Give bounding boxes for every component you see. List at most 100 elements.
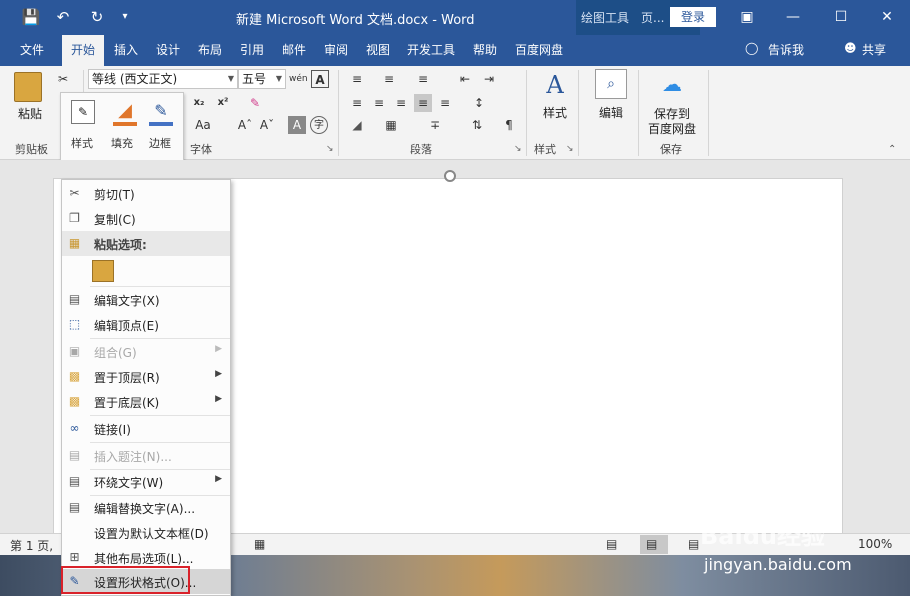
tab-view[interactable]: 视图: [366, 41, 390, 58]
char-border-icon[interactable]: A: [311, 70, 329, 88]
align-right-icon[interactable]: ≡: [392, 94, 410, 112]
shading-icon[interactable]: ◢: [348, 116, 366, 134]
menu-label: 剪切(T): [94, 188, 135, 202]
share-button[interactable]: 共享: [862, 41, 886, 58]
save-icon[interactable]: 💾: [20, 6, 42, 28]
tab-mailings[interactable]: 邮件: [282, 41, 306, 58]
mini-fill-label[interactable]: 填充: [111, 135, 133, 151]
enclose-char-icon[interactable]: 字: [310, 116, 328, 134]
subscript-icon[interactable]: x₂: [190, 94, 208, 112]
web-layout-icon[interactable]: ▤: [688, 537, 699, 551]
align-left-icon[interactable]: ≡: [348, 94, 366, 112]
menu-item-edit-points[interactable]: ⬚ 编辑顶点(E): [62, 312, 230, 337]
char-shading-icon[interactable]: A: [288, 116, 306, 134]
rotate-handle-icon[interactable]: [444, 170, 456, 182]
paste-keep-format-icon[interactable]: [92, 260, 114, 282]
font-size-select[interactable]: 五号 ▼: [238, 69, 286, 89]
menu-item-wrap-text[interactable]: ▤ 环绕文字(W) ▶: [62, 469, 230, 494]
shrink-font-icon[interactable]: Aˇ: [258, 116, 276, 134]
distribute-icon[interactable]: ≡: [436, 94, 454, 112]
read-mode-icon[interactable]: ▤: [606, 537, 617, 551]
grow-font-icon[interactable]: Aˆ: [236, 116, 254, 134]
menu-item-edit-text[interactable]: ▤ 编辑文字(X): [62, 287, 230, 312]
menu-item-edit-alt-text[interactable]: ▤ 编辑替换文字(A)...: [62, 495, 230, 520]
menu-item-link[interactable]: ∞ 链接(I): [62, 416, 230, 441]
undo-icon[interactable]: ↶: [52, 6, 74, 28]
menu-item-cut[interactable]: ✂ 剪切(T): [62, 181, 230, 206]
context-group-label: 绘图工具: [581, 11, 630, 25]
tell-me-search[interactable]: 告诉我: [768, 41, 804, 58]
mini-style-label[interactable]: 样式: [71, 135, 93, 151]
clear-format-icon[interactable]: ✎: [246, 94, 264, 112]
borders-icon[interactable]: ▦: [382, 116, 400, 134]
watermark-url: jingyan.baidu.com: [704, 555, 852, 574]
tab-home[interactable]: 开始: [62, 35, 104, 66]
phonetic-guide-icon[interactable]: wén: [289, 70, 308, 88]
tab-review[interactable]: 审阅: [324, 41, 348, 58]
ribbon-display-icon[interactable]: ▣: [732, 6, 762, 28]
chinese-layout-icon[interactable]: ∓: [426, 116, 444, 134]
bullets-icon[interactable]: ≡: [348, 70, 366, 88]
tab-help[interactable]: 帮助: [473, 41, 497, 58]
collapse-ribbon-icon[interactable]: ⌃: [888, 144, 896, 155]
paragraph-dialog-launcher-icon[interactable]: ↘: [514, 144, 522, 154]
menu-item-copy[interactable]: ❐ 复制(C): [62, 206, 230, 231]
macro-icon[interactable]: ▦: [254, 537, 265, 551]
tab-baidu-netdisk[interactable]: 百度网盘: [515, 41, 563, 58]
menu-label: 组合(G): [94, 346, 137, 360]
zoom-level[interactable]: 100%: [858, 537, 892, 551]
editing-button-label[interactable]: 编辑: [599, 104, 623, 121]
fill-bucket-icon[interactable]: ◢: [113, 99, 137, 123]
sort-icon[interactable]: ⇅: [468, 116, 486, 134]
superscript-icon[interactable]: x²: [214, 94, 232, 112]
clipboard-icon: ▦: [68, 236, 81, 250]
baidu-cloud-icon[interactable]: ☁: [658, 72, 686, 96]
change-case-icon[interactable]: Aa: [194, 116, 212, 134]
tab-insert[interactable]: 插入: [114, 41, 138, 58]
person-icon: ☻: [844, 41, 857, 55]
tab-layout[interactable]: 布局: [198, 41, 222, 58]
cut-icon[interactable]: ✂: [54, 70, 72, 88]
numbering-icon[interactable]: ≡: [380, 70, 398, 88]
minimize-icon[interactable]: —: [778, 6, 808, 28]
outline-pen-icon[interactable]: ✎: [149, 99, 173, 123]
paste-button-label[interactable]: 粘贴: [18, 105, 42, 122]
tab-references[interactable]: 引用: [240, 41, 264, 58]
highlight-annotation: [61, 566, 190, 594]
login-button[interactable]: 登录: [670, 7, 716, 27]
menu-item-set-default-textbox[interactable]: 设置为默认文本框(D): [62, 520, 230, 545]
styles-group-label: 样式: [534, 143, 556, 156]
layout-options-icon: ⊞: [69, 550, 80, 564]
justify-icon[interactable]: ≡: [414, 94, 432, 112]
shape-style-icon[interactable]: ✎: [71, 100, 95, 124]
align-center-icon[interactable]: ≡: [370, 94, 388, 112]
paste-options-header: ▦ 粘贴选项:: [62, 231, 230, 256]
decrease-indent-icon[interactable]: ⇤: [456, 70, 474, 88]
styles-button-label[interactable]: 样式: [543, 104, 567, 121]
customize-qat-icon[interactable]: ▾: [114, 6, 136, 28]
redo-icon[interactable]: ↻: [86, 6, 108, 28]
tab-developer[interactable]: 开发工具: [407, 41, 455, 58]
increase-indent-icon[interactable]: ⇥: [480, 70, 498, 88]
tab-file[interactable]: 文件: [20, 41, 44, 58]
maximize-icon[interactable]: ☐: [826, 6, 856, 28]
print-layout-icon[interactable]: ▤: [646, 537, 657, 551]
font-dialog-launcher-icon[interactable]: ↘: [326, 144, 334, 154]
page-indicator[interactable]: 第 1 页,: [10, 537, 53, 554]
paste-icon[interactable]: [14, 72, 42, 102]
watermark-brand: Baidu经验: [700, 522, 825, 550]
show-marks-icon[interactable]: ¶: [500, 116, 518, 134]
font-group-label: 字体: [190, 143, 212, 156]
tab-design[interactable]: 设计: [156, 41, 180, 58]
close-icon[interactable]: ✕: [872, 6, 902, 28]
styles-dialog-launcher-icon[interactable]: ↘: [566, 144, 574, 154]
line-spacing-icon[interactable]: ↕: [470, 94, 488, 112]
menu-item-bring-to-front[interactable]: ▩ 置于顶层(R) ▶: [62, 364, 230, 389]
mini-border-label[interactable]: 边框: [149, 135, 171, 151]
multilevel-list-icon[interactable]: ≡: [414, 70, 432, 88]
save-to-label-2[interactable]: 百度网盘: [648, 120, 696, 137]
styles-gallery-icon[interactable]: A: [541, 70, 569, 100]
menu-item-send-to-back[interactable]: ▩ 置于底层(K) ▶: [62, 389, 230, 414]
find-icon[interactable]: ⌕: [595, 69, 627, 99]
font-name-select[interactable]: 等线 (西文正文) ▼: [88, 69, 238, 89]
